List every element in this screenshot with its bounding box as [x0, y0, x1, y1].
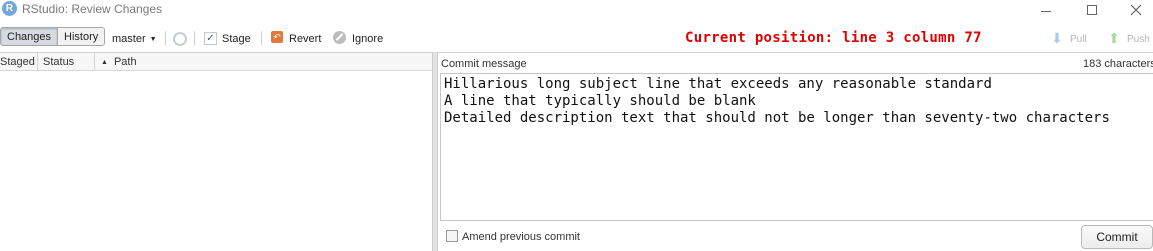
- toolbar-divider: [261, 31, 262, 45]
- ignore-icon[interactable]: [333, 31, 346, 44]
- commit-message-label: Commit message: [441, 58, 527, 70]
- toolbar: Changes History master ▼ ✓ Stage ↶ Revert…: [0, 25, 1153, 51]
- title-bar: R RStudio: Review Changes: [0, 0, 1153, 24]
- maximize-button[interactable]: [1070, 0, 1114, 20]
- pull-arrow-icon[interactable]: ⬇: [1050, 31, 1064, 45]
- amend-label: Amend previous commit: [462, 231, 580, 243]
- stage-button[interactable]: Stage: [222, 33, 251, 45]
- pull-button[interactable]: Pull: [1070, 34, 1087, 45]
- file-list-pane: Staged Status ▲ Path: [0, 52, 432, 251]
- rstudio-logo-icon: R: [2, 1, 17, 16]
- character-count: 183 characters: [1083, 58, 1153, 70]
- revert-icon[interactable]: ↶: [271, 31, 283, 43]
- refresh-icon[interactable]: [173, 32, 187, 46]
- tab-history[interactable]: History: [57, 28, 105, 45]
- minimize-icon: [1041, 10, 1051, 12]
- branch-name: master: [112, 33, 146, 45]
- maximize-icon: [1087, 5, 1097, 15]
- push-arrow-icon[interactable]: ⬆: [1107, 31, 1121, 45]
- column-header-path-label: Path: [113, 56, 137, 68]
- commit-message-line: A line that typically should be blank: [444, 93, 756, 109]
- commit-pane: Commit message 183 characters Hillarious…: [438, 52, 1153, 251]
- sort-ascending-icon: ▲: [101, 59, 108, 66]
- toolbar-divider: [194, 31, 195, 45]
- column-header-status[interactable]: Status: [38, 53, 95, 71]
- revert-button[interactable]: Revert: [289, 33, 321, 45]
- chevron-down-icon: ▼: [149, 36, 157, 43]
- cursor-position-indicator: Current position: line 3 column 77: [685, 30, 982, 46]
- column-header-staged[interactable]: Staged: [0, 53, 38, 71]
- commit-button[interactable]: Commit: [1081, 225, 1153, 249]
- close-icon: [1130, 4, 1142, 16]
- minimize-button[interactable]: [1024, 0, 1068, 20]
- commit-message-line: Detailed description text that should no…: [444, 110, 1110, 126]
- view-tabs: Changes History: [0, 27, 106, 46]
- push-button[interactable]: Push: [1127, 34, 1150, 45]
- stage-checkbox[interactable]: ✓: [204, 32, 217, 45]
- window-title: RStudio: Review Changes: [22, 2, 163, 16]
- close-button[interactable]: [1114, 0, 1153, 20]
- column-header-path[interactable]: ▲ Path: [95, 53, 432, 71]
- amend-checkbox[interactable]: [446, 230, 458, 242]
- ignore-button[interactable]: Ignore: [352, 33, 383, 45]
- tab-changes[interactable]: Changes: [1, 28, 58, 45]
- branch-selector[interactable]: master ▼: [112, 33, 157, 45]
- commit-subject-line: Hillarious long subject line that exceed…: [444, 76, 992, 92]
- commit-message-input[interactable]: Hillarious long subject line that exceed…: [440, 73, 1153, 221]
- toolbar-divider: [165, 31, 166, 45]
